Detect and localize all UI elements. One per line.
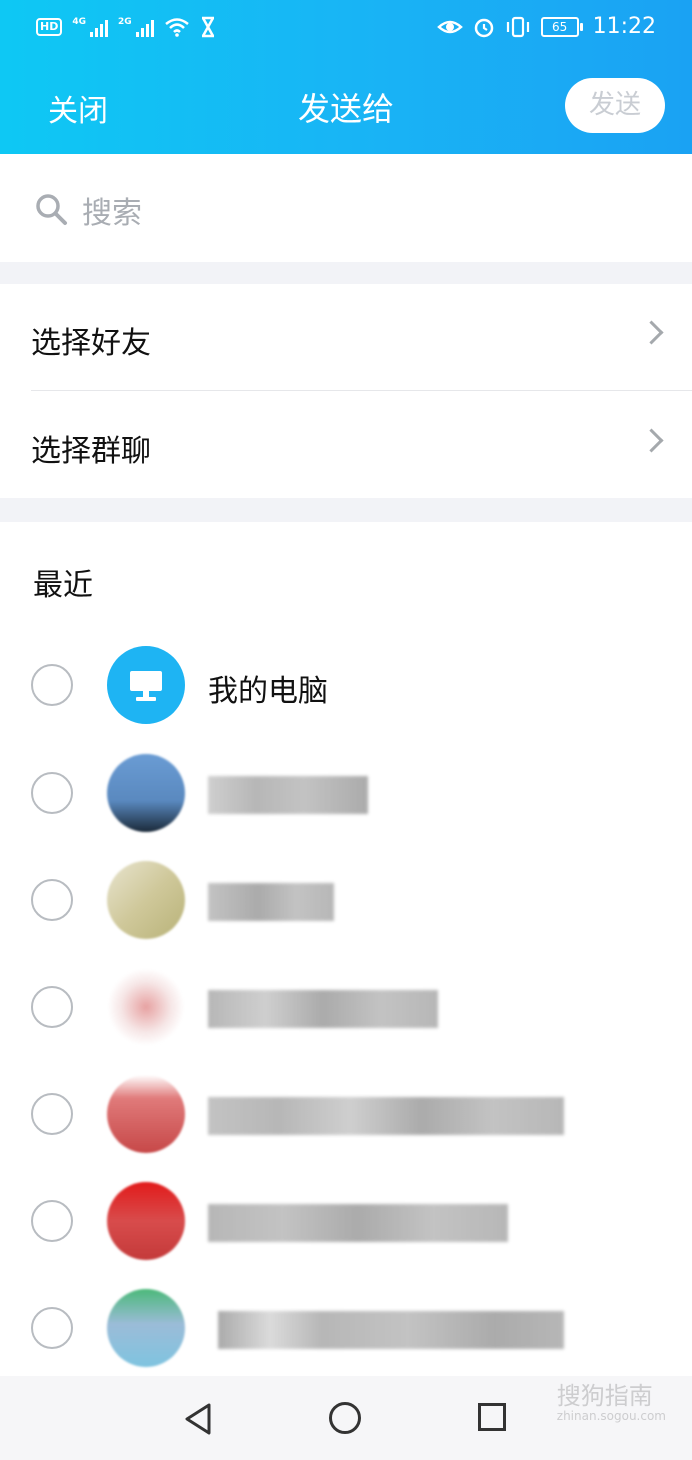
contact-row[interactable] xyxy=(0,964,692,1071)
avatar xyxy=(107,1182,185,1260)
avatar xyxy=(107,646,185,724)
contact-row[interactable] xyxy=(0,857,692,964)
send-button[interactable]: 发送 xyxy=(565,78,665,133)
status-left: HD 4G 2G xyxy=(36,16,216,38)
select-groups-row[interactable]: 选择群聊 xyxy=(0,392,692,498)
clock: 11:22 xyxy=(592,14,656,39)
eye-icon xyxy=(436,20,463,33)
avatar xyxy=(107,968,185,1046)
contact-name-redacted xyxy=(208,1204,508,1242)
search-icon xyxy=(36,194,67,225)
status-right: 65 11:22 xyxy=(436,14,656,39)
signal-icon: 4G xyxy=(72,17,108,37)
status-bar: HD 4G 2G 65 11:22 xyxy=(0,0,692,60)
select-radio[interactable] xyxy=(31,1200,73,1242)
contact-row[interactable] xyxy=(0,1178,692,1285)
top-app-bar: HD 4G 2G 65 11:22 关闭 发送给 发送 xyxy=(0,0,692,154)
select-radio[interactable] xyxy=(31,664,73,706)
vibrate-icon xyxy=(506,16,529,37)
select-radio[interactable] xyxy=(31,879,73,921)
section-divider xyxy=(0,498,692,522)
select-radio[interactable] xyxy=(31,986,73,1028)
chevron-right-icon xyxy=(639,428,664,453)
network-gen-1: 4G xyxy=(72,17,86,27)
back-icon[interactable] xyxy=(183,1402,213,1436)
recent-apps-icon[interactable] xyxy=(478,1403,506,1431)
contact-name-redacted xyxy=(218,1311,564,1349)
contact-name-redacted xyxy=(208,883,334,921)
watermark-text: 搜狗指南 xyxy=(556,1382,653,1410)
section-divider xyxy=(0,262,692,284)
avatar xyxy=(107,754,185,832)
home-icon[interactable] xyxy=(329,1402,361,1434)
network-gen-2: 2G xyxy=(118,17,132,27)
contact-name-redacted xyxy=(208,1097,564,1135)
hd-icon: HD xyxy=(36,18,63,36)
battery-level: 65 xyxy=(540,16,579,37)
wifi-icon xyxy=(164,18,189,37)
avatar xyxy=(107,861,185,939)
avatar xyxy=(107,1289,185,1367)
watermark-sub: zhinan.sogou.com xyxy=(556,1409,666,1423)
signal-icon-2: 2G xyxy=(118,17,154,37)
select-friends-row[interactable]: 选择好友 xyxy=(0,284,692,390)
search-input[interactable]: 搜索 xyxy=(82,188,142,232)
watermark: 搜狗指南 zhinan.sogou.com xyxy=(557,1376,666,1423)
recent-heading: 最近 xyxy=(33,568,93,603)
select-radio[interactable] xyxy=(31,1093,73,1135)
contact-row[interactable] xyxy=(0,750,692,857)
select-radio[interactable] xyxy=(31,772,73,814)
select-radio[interactable] xyxy=(31,1307,73,1349)
hourglass-icon xyxy=(201,16,214,38)
row-divider xyxy=(31,390,692,391)
chevron-right-icon xyxy=(639,320,664,345)
contact-name: 我的电脑 xyxy=(208,674,328,709)
battery-icon: 65 xyxy=(540,16,583,37)
contact-row[interactable] xyxy=(0,1071,692,1178)
contact-name-redacted xyxy=(208,990,438,1028)
alarm-icon xyxy=(474,18,493,37)
contact-row-my-computer[interactable]: 我的电脑 xyxy=(0,642,692,749)
computer-icon xyxy=(130,671,162,701)
select-friends-label: 选择好友 xyxy=(31,326,151,361)
select-groups-label: 选择群聊 xyxy=(31,434,151,469)
contact-name-redacted xyxy=(208,776,368,814)
avatar xyxy=(107,1075,185,1153)
